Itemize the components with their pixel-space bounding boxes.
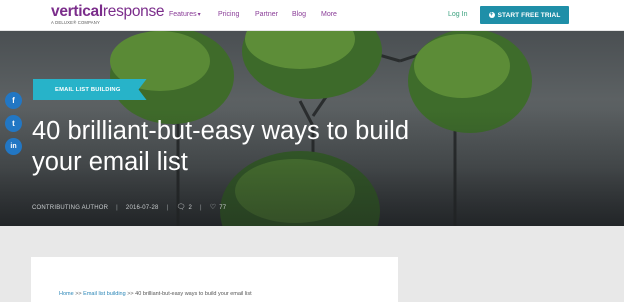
comment-count[interactable]: 2 xyxy=(188,205,192,211)
linkedin-icon: in xyxy=(10,143,17,150)
chevron-down-icon: ▾ xyxy=(197,12,201,18)
article-body-card: Home >> Email list building >> 40 brilli… xyxy=(31,257,398,302)
breadcrumb-current: 40 brilliant-but-easy ways to build your… xyxy=(135,291,252,297)
twitter-icon: t xyxy=(12,119,15,128)
top-navbar: verticalresponse A DELUXE® COMPANY Featu… xyxy=(0,0,624,31)
breadcrumb-home-link[interactable]: Home xyxy=(59,291,74,297)
article-title-line-2: your email list xyxy=(32,148,188,176)
meta-separator: | xyxy=(166,205,169,211)
article-meta: CONTRIBUTING AUTHOR | 2016-07-28 | 🗨 2 | ♡ 77 xyxy=(32,203,226,211)
meta-separator: | xyxy=(200,205,202,211)
article-title: 40 brilliant-but-easy ways to build your… xyxy=(32,116,492,178)
comment-icon: 🗨 xyxy=(176,204,186,211)
plus-circle-icon: + xyxy=(488,12,495,18)
nav-item-blog[interactable]: Blog xyxy=(292,11,306,18)
nav-item-more[interactable]: More xyxy=(321,11,337,18)
twitter-share-button[interactable]: t xyxy=(5,115,22,132)
breadcrumb-category-link[interactable]: Email list building xyxy=(83,291,126,297)
linkedin-share-button[interactable]: in xyxy=(5,138,22,155)
heart-icon: ♡ xyxy=(209,204,217,211)
start-free-trial-button[interactable]: + START FREE TRIAL xyxy=(480,6,569,24)
nav-item-features-label: Features xyxy=(169,11,197,18)
breadcrumb-separator: >> xyxy=(75,291,82,297)
logo-text-vertical: vertical xyxy=(51,3,103,20)
article-title-line-1: 40 brilliant-but-easy ways to build xyxy=(32,117,410,145)
start-free-trial-label: START FREE TRIAL xyxy=(497,11,561,19)
nav-item-pricing[interactable]: Pricing xyxy=(218,11,239,18)
facebook-share-button[interactable]: f xyxy=(5,92,22,109)
verticalresponse-logo[interactable]: verticalresponse A DELUXE® COMPANY xyxy=(51,3,165,25)
logo-text-response: response xyxy=(102,3,165,20)
nav-item-features[interactable]: Features▾ xyxy=(169,11,201,18)
hero-banner: EMAIL LIST BUILDING 40 brilliant-but-eas… xyxy=(0,31,624,226)
meta-separator: | xyxy=(116,205,118,211)
author-name[interactable]: CONTRIBUTING AUTHOR xyxy=(32,205,108,211)
breadcrumb-separator: >> xyxy=(127,291,134,297)
login-link[interactable]: Log In xyxy=(448,11,467,18)
nav-item-partner[interactable]: Partner xyxy=(255,11,278,18)
publish-date: 2016-07-28 xyxy=(125,205,159,211)
logo-tagline: A DELUXE® COMPANY xyxy=(51,19,100,25)
like-count[interactable]: 77 xyxy=(219,205,226,211)
facebook-icon: f xyxy=(12,96,15,105)
breadcrumb: Home >> Email list building >> 40 brilli… xyxy=(59,291,252,297)
category-tag[interactable]: EMAIL LIST BUILDING xyxy=(33,79,147,100)
